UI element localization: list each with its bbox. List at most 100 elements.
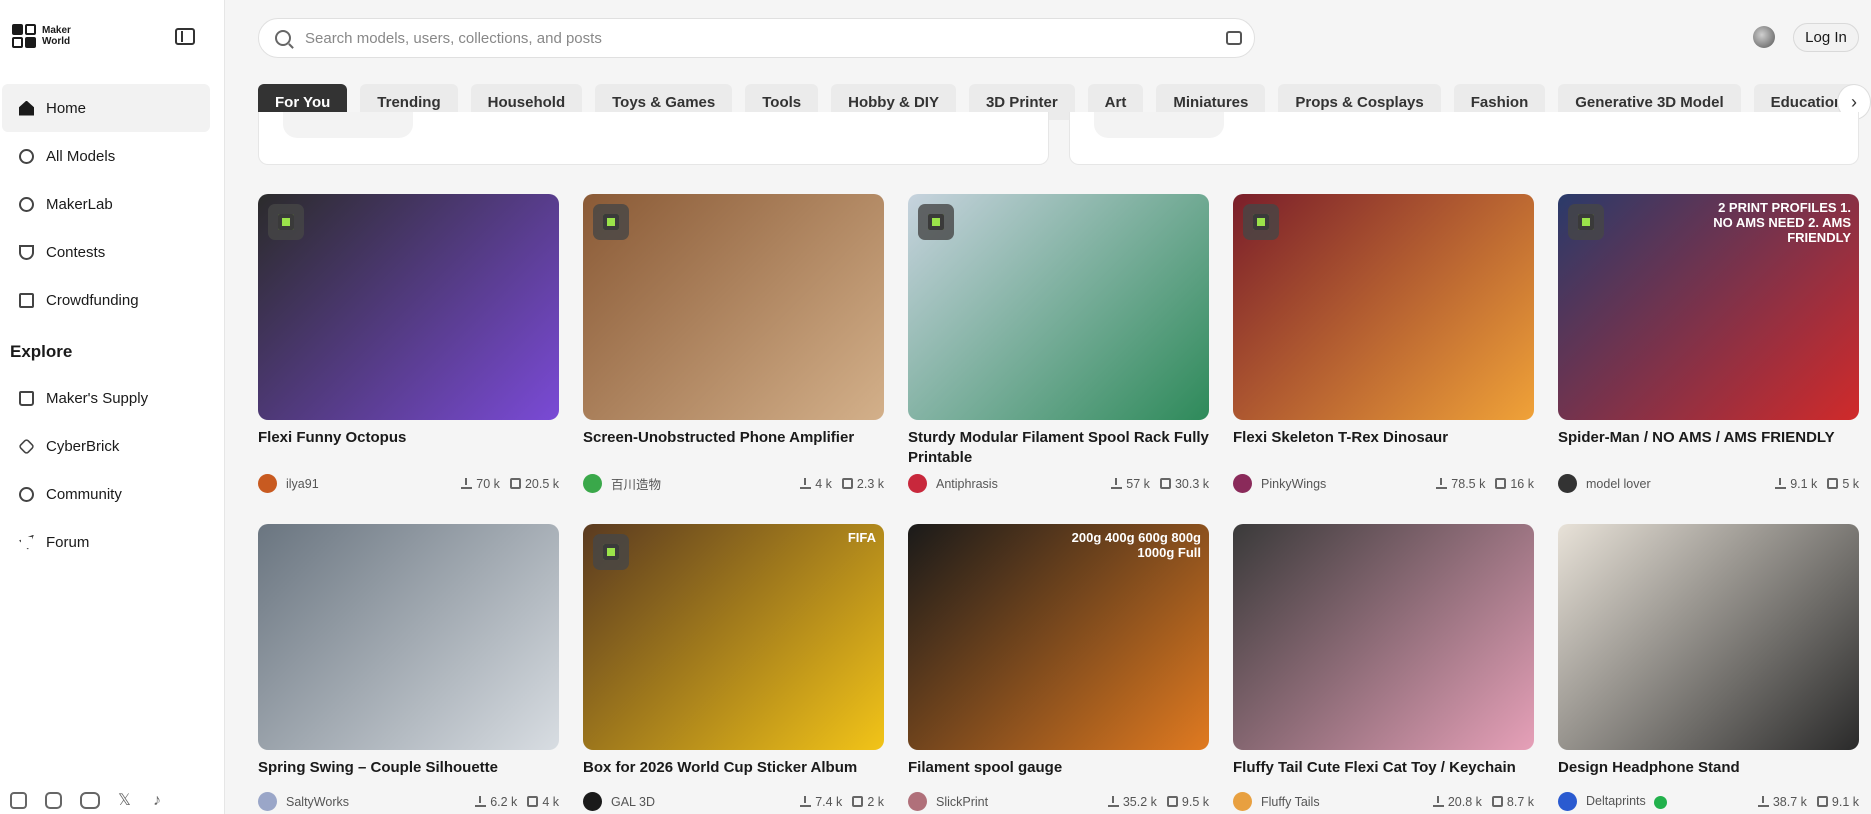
sidebar-item-makers-supply[interactable]: Maker's Supply (2, 374, 210, 422)
cyberbrick-icon (18, 437, 35, 455)
avatar[interactable] (1233, 792, 1252, 811)
model-meta: GAL 3D 7.4 k 2 k (583, 792, 884, 811)
model-title[interactable]: Design Headphone Stand (1558, 758, 1859, 778)
youtube-icon[interactable] (80, 792, 100, 809)
model-title[interactable]: Flexi Funny Octopus (258, 428, 559, 448)
author-name[interactable]: 百川造物 (611, 474, 790, 493)
avatar[interactable] (1233, 474, 1252, 493)
model-card[interactable]: 200g 400g 600g 800g 1000g Full Filament s… (908, 524, 1209, 811)
model-thumbnail[interactable] (1233, 524, 1534, 750)
downloads-count: 35.2 k (1122, 794, 1157, 809)
likes-stat: 9.5 k (1166, 794, 1209, 809)
model-title[interactable]: Filament spool gauge (908, 758, 1209, 778)
author-name[interactable]: PinkyWings (1261, 477, 1426, 491)
model-thumbnail[interactable]: 200g 400g 600g 800g 1000g Full (908, 524, 1209, 750)
model-title[interactable]: Flexi Skeleton T-Rex Dinosaur (1233, 428, 1534, 448)
logo[interactable]: Maker World (12, 24, 82, 48)
globe-icon (19, 486, 34, 502)
avatar[interactable] (258, 792, 277, 811)
model-title[interactable]: Screen-Unobstructed Phone Amplifier (583, 428, 884, 448)
sidebar-toggle-icon[interactable] (175, 28, 195, 45)
model-card[interactable]: Spring Swing – Couple Silhouette SaltyWor… (258, 524, 559, 811)
sidebar-item-home[interactable]: Home (2, 84, 210, 132)
avatar[interactable] (583, 474, 602, 493)
model-card[interactable]: Flexi Skeleton T-Rex Dinosaur PinkyWings 7… (1233, 194, 1534, 493)
model-card[interactable]: Sturdy Modular Filament Spool Rack Fully… (908, 194, 1209, 493)
author-name[interactable]: SlickPrint (936, 795, 1098, 809)
model-thumbnail[interactable] (583, 194, 884, 420)
sidebar-item-cyberbrick[interactable]: CyberBrick (2, 422, 210, 470)
model-meta: SlickPrint 35.2 k 9.5 k (908, 792, 1209, 811)
featured-pill (1094, 112, 1224, 138)
model-card[interactable]: Flexi Funny Octopus ilya91 70 k 20.5 k (258, 194, 559, 493)
avatar[interactable] (583, 792, 602, 811)
downloads-count: 7.4 k (815, 794, 843, 809)
model-thumbnail[interactable] (908, 194, 1209, 420)
download-icon (1757, 796, 1769, 807)
model-thumbnail[interactable] (258, 524, 559, 750)
login-button[interactable]: Log In (1793, 23, 1859, 52)
sidebar-item-contests[interactable]: Contests (2, 228, 210, 276)
author-name[interactable]: Antiphrasis (936, 477, 1101, 491)
sidebar-item-forum[interactable]: Forum (2, 518, 210, 566)
likes-stat: 20.5 k (509, 477, 559, 491)
model-meta: SaltyWorks 6.2 k 4 k (258, 792, 559, 811)
model-thumbnail[interactable]: FIFA (583, 524, 884, 750)
author-name[interactable]: ilya91 (286, 477, 451, 491)
search-bar[interactable] (258, 18, 1255, 58)
model-card[interactable]: Fluffy Tail Cute Flexi Cat Toy / Keychai… (1233, 524, 1534, 811)
author-label: GAL 3D (611, 794, 656, 809)
featured-card-partial[interactable] (258, 112, 1049, 165)
sidebar-item-label: Community (46, 485, 122, 503)
model-title[interactable]: Spring Swing – Couple Silhouette (258, 758, 559, 778)
model-card[interactable]: FIFA Box for 2026 World Cup Sticker Album… (583, 524, 884, 811)
download-icon (1107, 796, 1119, 807)
thumbs-up-icon (1495, 478, 1507, 489)
likes-stat: 2 k (852, 795, 884, 809)
model-thumbnail[interactable]: 2 PRINT PROFILES 1. NO AMS NEED 2. AMS F… (1558, 194, 1859, 420)
model-thumbnail[interactable] (1233, 194, 1534, 420)
sidebar-item-makerlab[interactable]: MakerLab (2, 180, 210, 228)
instagram-icon[interactable] (45, 792, 62, 809)
model-thumbnail[interactable] (1558, 524, 1859, 750)
model-title[interactable]: Fluffy Tail Cute Flexi Cat Toy / Keychai… (1233, 758, 1534, 778)
sidebar-item-label: Forum (46, 533, 90, 551)
likes-count: 4 k (542, 794, 559, 809)
tiktok-icon[interactable]: ♪ (153, 792, 170, 809)
avatar[interactable] (258, 474, 277, 493)
likes-stat: 4 k (527, 795, 559, 809)
sidebar-item-crowdfunding[interactable]: Crowdfunding (2, 276, 210, 324)
author-name[interactable]: model lover (1586, 477, 1765, 491)
image-search-icon[interactable] (1226, 31, 1242, 45)
author-name[interactable]: GAL 3D (611, 795, 790, 809)
bambu-badge-icon (268, 204, 304, 240)
thumbs-up-icon (1816, 796, 1828, 807)
language-globe-icon[interactable] (1753, 26, 1775, 48)
avatar[interactable] (908, 474, 927, 493)
author-name[interactable]: Deltaprints (1586, 794, 1748, 809)
model-title[interactable]: Sturdy Modular Filament Spool Rack Fully… (908, 428, 1209, 468)
downloads-count: 4 k (815, 476, 832, 491)
model-thumbnail[interactable] (258, 194, 559, 420)
sidebar-item-community[interactable]: Community (2, 470, 210, 518)
model-card[interactable]: Design Headphone Stand Deltaprints 38.7 k 9… (1558, 524, 1859, 811)
sidebar-item-all-models[interactable]: All Models (2, 132, 210, 180)
avatar[interactable] (908, 792, 927, 811)
model-title[interactable]: Spider-Man / NO AMS / AMS FRIENDLY (1558, 428, 1859, 448)
x-icon[interactable]: 𝕏 (118, 792, 135, 809)
model-card[interactable]: Screen-Unobstructed Phone Amplifier 百川造物 4… (583, 194, 884, 493)
featured-card-partial[interactable] (1069, 112, 1859, 165)
download-icon (800, 796, 812, 807)
avatar[interactable] (1558, 792, 1577, 811)
model-title[interactable]: Box for 2026 World Cup Sticker Album (583, 758, 884, 778)
author-name[interactable]: Fluffy Tails (1261, 795, 1423, 809)
search-input[interactable] (305, 29, 1205, 47)
thumbs-up-icon (527, 796, 539, 807)
model-card[interactable]: 2 PRINT PROFILES 1. NO AMS NEED 2. AMS F… (1558, 194, 1859, 493)
facebook-icon[interactable] (10, 792, 27, 809)
sidebar-item-label: CyberBrick (46, 437, 120, 455)
author-name[interactable]: SaltyWorks (286, 795, 465, 809)
avatar[interactable] (1558, 474, 1577, 493)
likes-count: 9.5 k (1181, 794, 1209, 809)
sidebar-item-label: Contests (46, 243, 106, 261)
